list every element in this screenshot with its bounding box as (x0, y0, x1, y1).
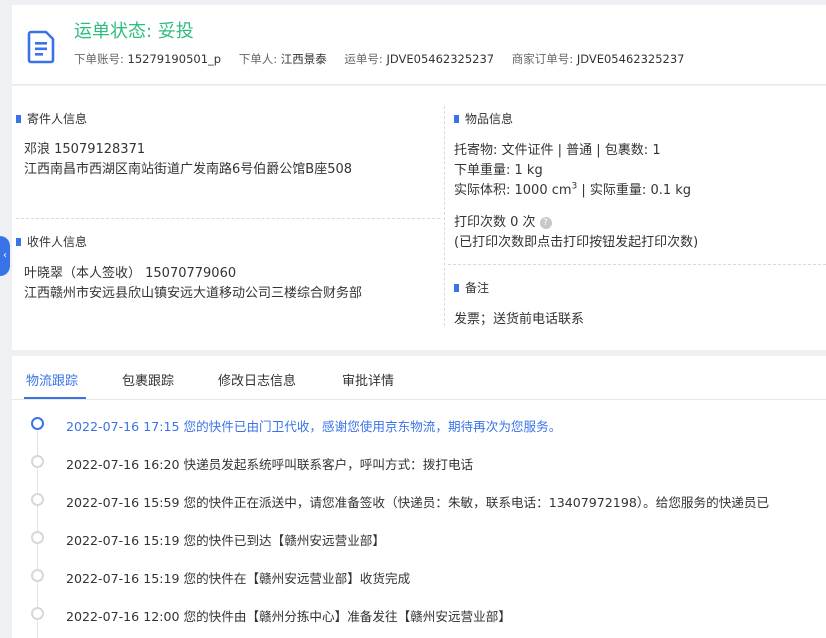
receiver-section-label: 收件人信息 (27, 235, 88, 249)
waybill-info-panel: 寄件人信息 邓浪 15079128371 江西南昌市西湖区南站街道广发南路6号伯… (12, 86, 826, 350)
timeline-text: 2022-07-16 15:19 您的快件已到达【赣州安远营业部】 (66, 533, 385, 548)
tab-bar: 物流跟踪 包裹跟踪 修改日志信息 审批详情 (12, 356, 826, 400)
tab-approval-details[interactable]: 审批详情 (342, 370, 394, 389)
divider (448, 264, 826, 265)
waybill-header: 运单状态: 妥投 下单账号: 15279190501_p 下单人: 江西景泰 运… (12, 5, 826, 85)
goods-volume-line: 实际体积: 1000 cm3 | 实际重量: 0.1 kg (454, 179, 691, 198)
orderer-label: 下单人: (238, 52, 278, 66)
remark-section-label: 备注 (465, 281, 490, 295)
tab-change-log[interactable]: 修改日志信息 (218, 370, 296, 389)
print-count-hint: (已打印次数即点击打印按钮发起打印次数) (454, 235, 699, 250)
waybill-number-value: JDVE05462325237 (386, 52, 495, 66)
timeline-item: 2022-07-16 16:20 快递员发起系统呼叫联系客户，呼叫方式：拨打电话 (12, 450, 826, 474)
divider (444, 106, 445, 326)
order-account-label: 下单账号: (74, 52, 124, 66)
tab-package-tracking[interactable]: 包裹跟踪 (122, 370, 174, 389)
timeline-dot-icon (31, 607, 44, 620)
goods-section-title: 物品信息 (454, 110, 513, 127)
sender-section-title: 寄件人信息 (16, 110, 87, 127)
timeline-dot-icon (31, 531, 44, 544)
timeline-item: 2022-07-16 15:59 您的快件正在派送中，请您准备签收（快递员：朱敏… (12, 488, 826, 512)
timeline-text: 2022-07-16 15:59 您的快件正在派送中，请您准备签收（快递员：朱敏… (66, 495, 770, 510)
goods-section-label: 物品信息 (465, 112, 514, 126)
timeline-dot-icon (31, 417, 44, 430)
receiver-name-phone: 叶晓翠（本人签收） 15070779060 (24, 266, 237, 281)
merchant-order-label: 商家订单号: (511, 52, 574, 66)
section-marker-icon (454, 283, 459, 292)
sender-section-label: 寄件人信息 (27, 112, 88, 126)
timeline-text: 2022-07-16 17:15 您的快件已由门卫代收，感谢您使用京东物流，期待… (66, 419, 562, 434)
remark-section-title: 备注 (454, 279, 489, 296)
print-count-line: 打印次数 0 次? (454, 211, 552, 230)
tracking-panel: 物流跟踪 包裹跟踪 修改日志信息 审批详情 2022-07-16 17:15 您… (12, 356, 826, 638)
goods-weight-line: 下单重量: 1 kg (454, 163, 543, 178)
merchant-order-value: JDVE05462325237 (576, 52, 685, 66)
volume-suffix: | 实际重量: 0.1 kg (577, 183, 692, 198)
timeline-text: 2022-07-16 16:20 快递员发起系统呼叫联系客户，呼叫方式：拨打电话 (66, 457, 474, 472)
sender-name-phone: 邓浪 15079128371 (24, 142, 146, 157)
document-icon (27, 30, 55, 64)
remark-content: 发票；送货前电话联系 (454, 312, 585, 327)
print-count-text: 打印次数 0 次 (454, 215, 536, 230)
sender-address: 江西南昌市西湖区南站街道广发南路6号伯爵公馆B座508 (24, 162, 353, 177)
volume-prefix: 实际体积: 1000 cm (454, 183, 572, 198)
active-tab-indicator (24, 397, 86, 399)
timeline-dot-icon (31, 493, 44, 506)
timeline-text: 2022-07-16 12:00 您的快件由【赣州分拣中心】准备发往【赣州安远营… (66, 609, 511, 624)
collapse-side-button[interactable]: ‹ (0, 236, 10, 276)
order-account-value: 15279190501_p (127, 52, 222, 66)
receiver-address: 江西赣州市安远县欣山镇安远大道移动公司三楼综合财务部 (24, 286, 363, 301)
timeline-dot-icon (31, 455, 44, 468)
timeline-item: 2022-07-16 15:19 您的快件在【赣州安远营业部】收货完成 (12, 564, 826, 588)
section-marker-icon (454, 114, 459, 123)
orderer-value: 江西景泰 (280, 52, 327, 66)
waybill-status-title: 运单状态: 妥投 (74, 21, 194, 42)
section-marker-icon (16, 114, 21, 123)
goods-items-line: 托寄物: 文件证件 | 普通 | 包裹数: 1 (454, 143, 661, 158)
timeline-item: 2022-07-16 17:15 您的快件已由门卫代收，感谢您使用京东物流，期待… (12, 412, 826, 436)
timeline-item: 2022-07-16 15:19 您的快件已到达【赣州安远营业部】 (12, 526, 826, 550)
timeline-text: 2022-07-16 15:19 您的快件在【赣州安远营业部】收货完成 (66, 571, 411, 586)
section-marker-icon (16, 237, 21, 246)
timeline-item: 2022-07-16 12:00 您的快件由【赣州分拣中心】准备发往【赣州安远营… (12, 602, 826, 626)
receiver-section-title: 收件人信息 (16, 233, 87, 250)
timeline-dot-icon (31, 569, 44, 582)
divider (16, 218, 440, 219)
question-icon[interactable]: ? (539, 216, 552, 229)
waybill-meta: 下单账号: 15279190501_p 下单人: 江西景泰 运单号: JDVE0… (74, 51, 698, 67)
tab-logistics-tracking[interactable]: 物流跟踪 (26, 370, 78, 389)
chevron-left-icon: ‹ (3, 250, 7, 261)
waybill-number-label: 运单号: (344, 52, 383, 66)
